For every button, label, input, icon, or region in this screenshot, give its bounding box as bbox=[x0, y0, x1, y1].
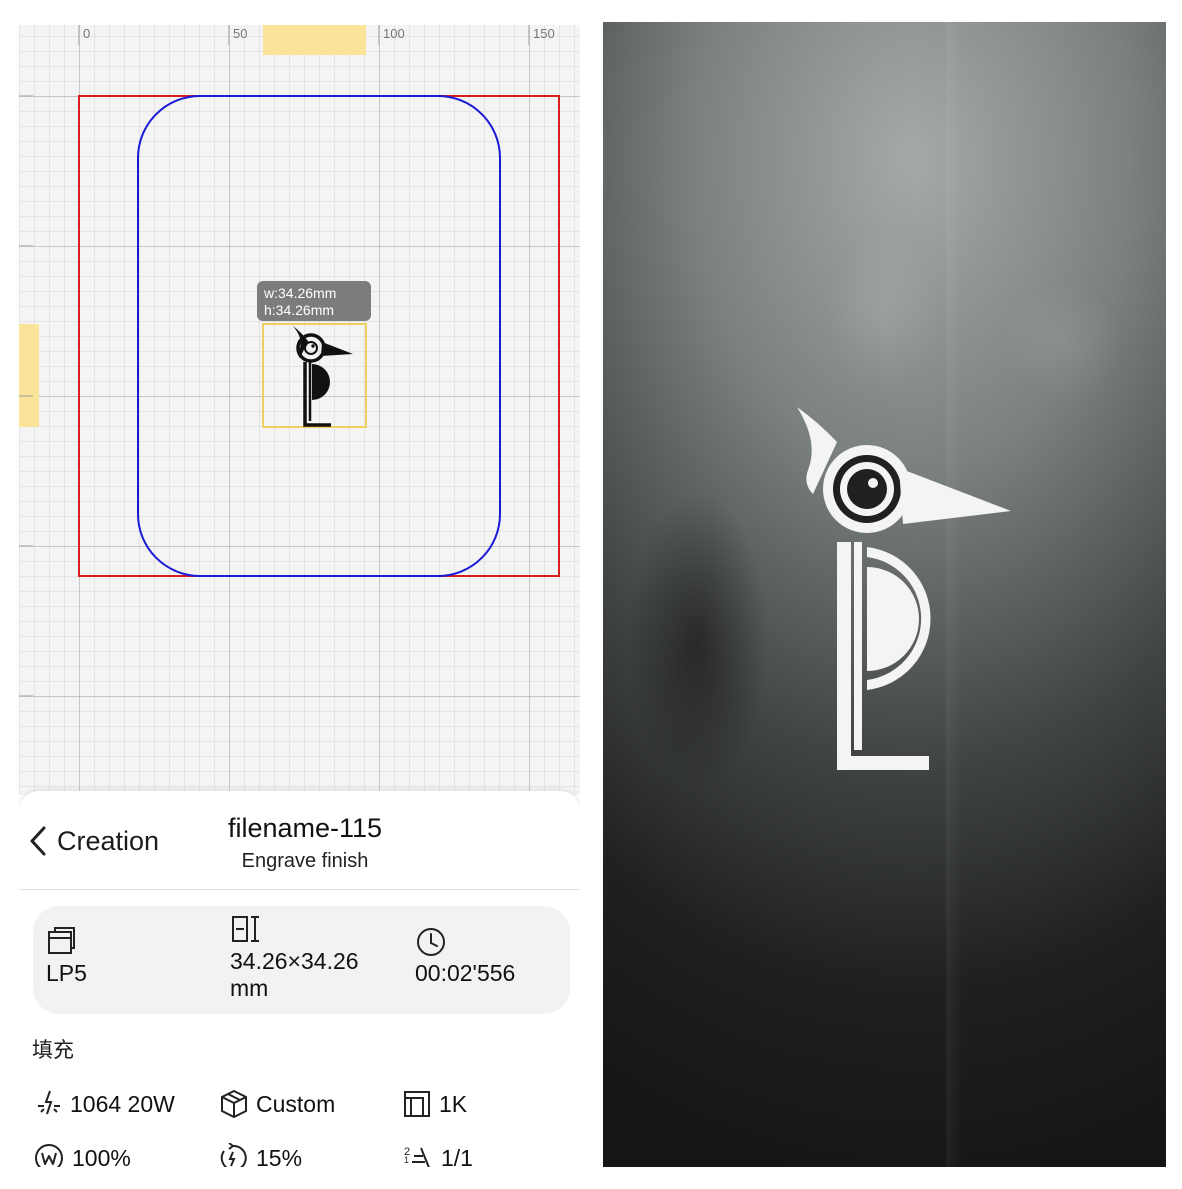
power-value: 100% bbox=[72, 1144, 131, 1168]
sheet-header: Creation filename-115 Engrave finish bbox=[19, 791, 580, 890]
param-resolution[interactable]: 1K bbox=[403, 1090, 467, 1118]
size-info: 34.26×34.26 mm bbox=[230, 914, 359, 1002]
ruler-highlight-vertical bbox=[19, 324, 39, 427]
dimension-tooltip: w:34.26mm h:34.26mm bbox=[257, 281, 371, 321]
ruler-label-50: 50 bbox=[233, 26, 247, 41]
duration-value: 00:02'556 bbox=[415, 960, 516, 986]
device-info: LP5 bbox=[46, 926, 87, 987]
engraved-result-photo bbox=[603, 22, 1166, 1167]
engraved-woodpecker bbox=[797, 407, 1011, 770]
job-info-card: LP5 34.26×34.26 mm 00:02'556 bbox=[33, 906, 570, 1014]
job-details-sheet: Creation filename-115 Engrave finish LP5 bbox=[19, 791, 580, 1167]
file-title: filename-115 bbox=[227, 813, 383, 843]
size-unit: mm bbox=[230, 975, 269, 1001]
device-name: LP5 bbox=[46, 960, 87, 986]
speed-icon bbox=[220, 1143, 247, 1167]
param-power[interactable]: 100% bbox=[34, 1143, 131, 1167]
dimensions-icon bbox=[232, 916, 259, 942]
size-value: 34.26×34.26 bbox=[230, 948, 359, 974]
file-status: Engrave finish bbox=[241, 850, 369, 872]
resolution-icon bbox=[404, 1091, 430, 1117]
param-passes[interactable]: 2 1 1/1 bbox=[403, 1143, 473, 1167]
param-speed[interactable]: 15% bbox=[218, 1143, 302, 1167]
design-canvas[interactable]: 0 50 100 150 w:34.26mm h:34.26mm bbox=[19, 25, 580, 800]
passes-value: 1/1 bbox=[441, 1144, 473, 1168]
ruler-label-100: 100 bbox=[383, 26, 405, 41]
device-icon bbox=[48, 927, 75, 954]
chevron-left-icon bbox=[30, 826, 46, 856]
tooltip-width: w:34.26mm bbox=[263, 285, 336, 301]
clock-icon bbox=[417, 928, 445, 956]
param-material[interactable]: Custom bbox=[220, 1089, 335, 1119]
ruler-label-150: 150 bbox=[533, 26, 555, 41]
ruler-label-0: 0 bbox=[83, 26, 90, 41]
design-app-panel: 0 50 100 150 w:34.26mm h:34.26mm Creatio… bbox=[19, 25, 580, 1167]
laser-value: 1064 20W bbox=[70, 1090, 175, 1117]
title-block: filename-115 Engrave finish bbox=[215, 813, 395, 873]
section-label: 填充 bbox=[32, 1038, 74, 1062]
passes-icon: 2 1 bbox=[404, 1146, 430, 1167]
back-button[interactable]: Creation bbox=[27, 821, 159, 861]
tooltip-height: h:34.26mm bbox=[264, 302, 334, 318]
speed-value: 15% bbox=[256, 1144, 303, 1168]
resolution-value: 1K bbox=[439, 1090, 468, 1117]
param-laser[interactable]: 1064 20W bbox=[36, 1090, 175, 1118]
power-icon bbox=[35, 1144, 63, 1167]
svg-text:1: 1 bbox=[404, 1155, 409, 1165]
ruler-highlight-horizontal bbox=[263, 25, 366, 55]
laser-icon bbox=[38, 1090, 60, 1115]
material-value: Custom bbox=[256, 1090, 336, 1117]
back-label: Creation bbox=[57, 825, 160, 856]
duration-info: 00:02'556 bbox=[415, 926, 515, 987]
cube-icon bbox=[221, 1089, 247, 1119]
